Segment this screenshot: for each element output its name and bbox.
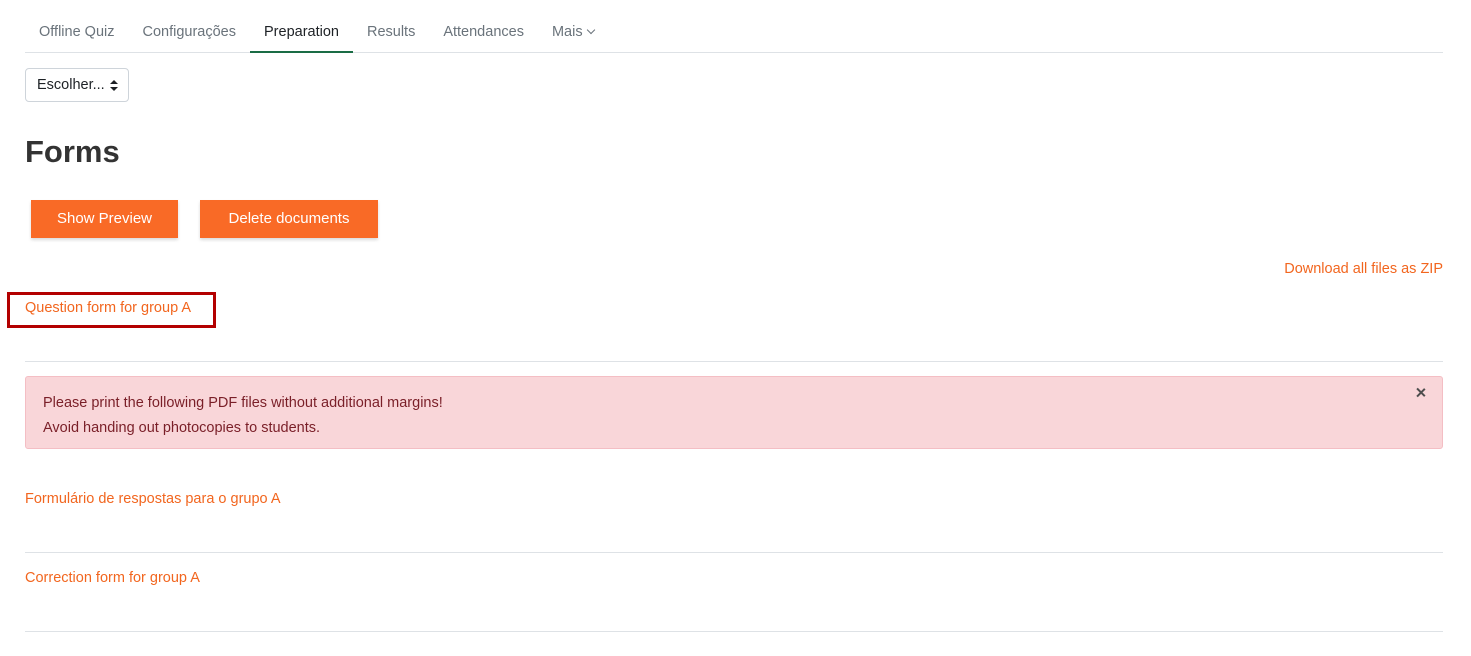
page-title: Forms [25, 134, 120, 169]
question-form-link[interactable]: Question form for group A [25, 300, 191, 316]
delete-documents-button[interactable]: Delete documents [200, 200, 378, 238]
alert-line-1: Please print the following PDF files wit… [43, 395, 443, 411]
divider [25, 631, 1443, 632]
tab-attendances[interactable]: Attendances [429, 12, 538, 52]
tab-more[interactable]: Mais [538, 12, 608, 52]
select-value: Escolher... [37, 77, 105, 93]
close-icon[interactable] [1414, 385, 1428, 399]
download-zip-link[interactable]: Download all files as ZIP [1284, 261, 1443, 277]
alert-line-2: Avoid handing out photocopies to student… [43, 420, 321, 436]
show-preview-button[interactable]: Show Preview [31, 200, 178, 238]
tab-results[interactable]: Results [353, 12, 429, 52]
alert-warning: Please print the following PDF files wit… [25, 376, 1443, 449]
correction-form-link[interactable]: Correction form for group A [25, 570, 200, 586]
sort-arrows-icon [110, 80, 118, 92]
tab-offline-quiz[interactable]: Offline Quiz [25, 12, 129, 52]
secondary-navigation: Offline Quiz Configurações Preparation R… [25, 12, 1443, 53]
tab-more-label: Mais [551, 24, 583, 40]
divider [25, 361, 1443, 362]
jump-to-select[interactable]: Escolher... [25, 68, 129, 102]
chevron-down-icon [586, 25, 595, 35]
tab-preparation[interactable]: Preparation [250, 12, 353, 53]
answer-form-link[interactable]: Formulário de respostas para o grupo A [25, 491, 281, 507]
tab-configuracoes[interactable]: Configurações [129, 12, 251, 52]
divider [25, 552, 1443, 553]
